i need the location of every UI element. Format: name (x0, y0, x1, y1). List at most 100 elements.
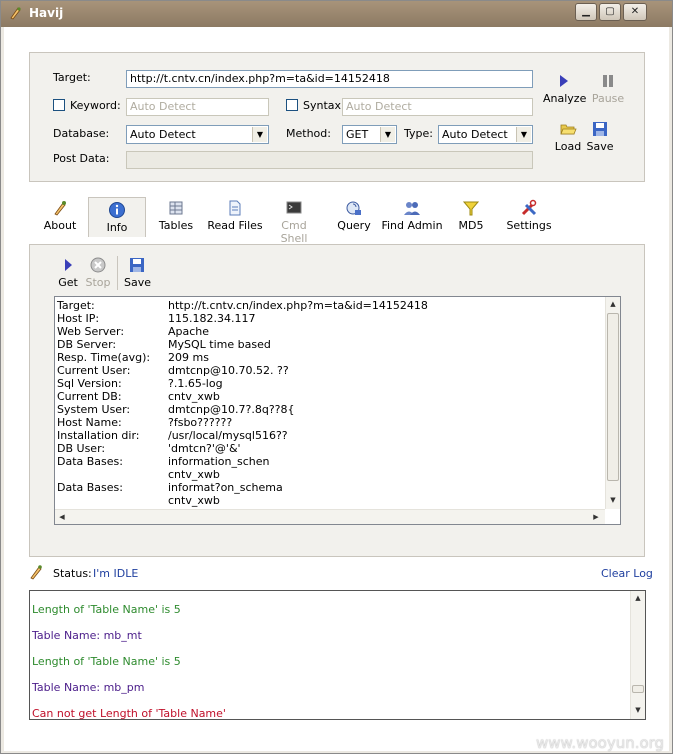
info-key: Data Bases: (57, 481, 123, 494)
scroll-right-arrow-icon[interactable]: ▶ (589, 510, 603, 524)
pause-button[interactable]: Pause (588, 72, 628, 105)
app-icon (10, 7, 21, 20)
load-button[interactable]: Load (550, 120, 586, 153)
horizontal-scrollbar[interactable]: ◀ ▶ (55, 509, 605, 524)
log-line: Length of 'Table Name' is 5 (32, 655, 181, 668)
tab-label: MD5 (458, 219, 484, 232)
floppy-disk-icon (593, 122, 607, 136)
log-output[interactable]: Length of 'Table Name' is 5 Table Name: m… (29, 590, 646, 720)
log-line: Table Name: mb_mt (32, 629, 142, 642)
log-vertical-scrollbar[interactable]: ▲ ▼ (630, 591, 645, 719)
tab-label: Settings (506, 219, 552, 232)
get-label: Get (58, 276, 78, 289)
play-icon (560, 75, 568, 87)
analyze-label: Analyze (543, 92, 587, 105)
method-value: GET (346, 128, 369, 141)
analyze-button[interactable]: Analyze (543, 72, 587, 105)
info-value: http://t.cntv.cn/index.php?m=ta&id=14152… (168, 299, 428, 312)
info-key: Current User: (57, 364, 131, 377)
tab-label: Cmd Shell (280, 219, 308, 245)
save-button[interactable]: Save (582, 120, 618, 153)
stop-button[interactable]: Stop (85, 256, 111, 289)
info-value: 209 ms (168, 351, 209, 364)
post-data-input[interactable] (126, 151, 533, 169)
find-admin-icon (404, 202, 420, 215)
tables-icon (169, 201, 183, 215)
scroll-up-arrow-icon[interactable]: ▲ (606, 297, 620, 311)
info-value: ?.1.65-log (168, 377, 223, 390)
tab-label: Query (337, 219, 371, 232)
info-save-button[interactable]: Save (124, 256, 151, 289)
minimize-button[interactable]: ▁ (575, 3, 597, 21)
clear-log-link[interactable]: Clear Log (601, 567, 653, 580)
info-value: dmtcnp@10.70.52. ?? (168, 364, 289, 377)
info-value: cntv_xwb (168, 468, 220, 481)
keyword-checkbox[interactable] (53, 99, 65, 111)
window-title: Havij (29, 6, 64, 20)
info-key: Installation dir: (57, 429, 140, 442)
syntax-checkbox[interactable] (286, 99, 298, 111)
log-scroll-thumb[interactable] (632, 685, 644, 693)
info-value: informat?on_schema (168, 481, 283, 494)
save-label: Save (586, 140, 614, 153)
method-select[interactable]: GET ▼ (342, 125, 397, 144)
keyword-input[interactable]: Auto Detect (126, 98, 269, 116)
info-key: Resp. Time(avg): (57, 351, 151, 364)
type-value: Auto Detect (442, 128, 508, 141)
vertical-scrollbar[interactable]: ▲ ▼ (605, 297, 620, 509)
tab-label: Read Files (207, 219, 263, 232)
scroll-down-arrow-icon[interactable]: ▼ (631, 703, 645, 717)
pause-icon (603, 75, 613, 87)
info-key: Data Bases: (57, 455, 123, 468)
load-label: Load (554, 140, 582, 153)
info-value: ?fsbo?????? (168, 416, 233, 429)
log-line: Can not get Length of 'Table Name' (32, 707, 226, 719)
tab-label: About (43, 219, 77, 232)
tab-find-admin[interactable]: Find Admin (381, 199, 443, 235)
tab-tables[interactable]: Tables (154, 199, 198, 235)
scroll-up-arrow-icon[interactable]: ▲ (631, 591, 645, 605)
syntax-input[interactable]: Auto Detect (342, 98, 533, 116)
info-key: DB Server: (57, 338, 117, 351)
scroll-left-arrow-icon[interactable]: ◀ (55, 510, 69, 524)
about-icon (54, 201, 66, 216)
database-value: Auto Detect (130, 128, 196, 141)
target-group: Target: http://t.cntv.cn/index.php?m=ta&… (29, 52, 645, 182)
tab-read-files[interactable]: Read Files (207, 199, 263, 235)
info-panel: Get Stop Save Target: http://t.cntv.cn/in… (29, 244, 645, 557)
tab-cmd-shell[interactable]: Cmd Shell (267, 199, 321, 245)
info-value: /usr/local/mysql516?? (168, 429, 288, 442)
cmd-shell-icon (286, 201, 302, 214)
scroll-down-arrow-icon[interactable]: ▼ (606, 493, 620, 507)
tab-about[interactable]: About (38, 199, 82, 235)
query-icon (346, 201, 361, 215)
info-output[interactable]: Target: http://t.cntv.cn/index.php?m=ta&i… (54, 296, 621, 525)
info-value: MySQL time based (168, 338, 271, 351)
stop-icon (90, 257, 106, 273)
info-key: Host IP: (57, 312, 100, 325)
maximize-button[interactable]: ▢ (599, 3, 621, 21)
database-select[interactable]: Auto Detect ▼ (126, 125, 269, 144)
status-value: I'm IDLE (93, 567, 139, 580)
tab-settings[interactable]: Settings (503, 199, 555, 235)
target-input[interactable]: http://t.cntv.cn/index.php?m=ta&id=14152… (126, 70, 533, 88)
info-key: DB User: (57, 442, 106, 455)
title-bar[interactable]: Havij ▁ ▢ ✕ (1, 1, 672, 27)
close-button[interactable]: ✕ (623, 3, 647, 21)
type-select[interactable]: Auto Detect ▼ (438, 125, 533, 144)
scroll-thumb[interactable] (607, 313, 619, 481)
tab-query[interactable]: Query (333, 199, 375, 235)
tab-info[interactable]: Info (88, 197, 146, 237)
get-button[interactable]: Get (57, 256, 79, 289)
info-key: Web Server: (57, 325, 125, 338)
pause-label: Pause (591, 92, 625, 105)
info-value: cntv_xwb (168, 494, 220, 507)
status-label: Status: (53, 567, 92, 580)
info-value: information_schen (168, 455, 270, 468)
tab-md5[interactable]: MD5 (453, 199, 489, 235)
info-value: 115.182.34.117 (168, 312, 256, 325)
stop-label: Stop (85, 276, 111, 289)
method-label: Method: (286, 127, 331, 140)
info-key: Current DB: (57, 390, 122, 403)
floppy-disk-icon (130, 258, 144, 272)
